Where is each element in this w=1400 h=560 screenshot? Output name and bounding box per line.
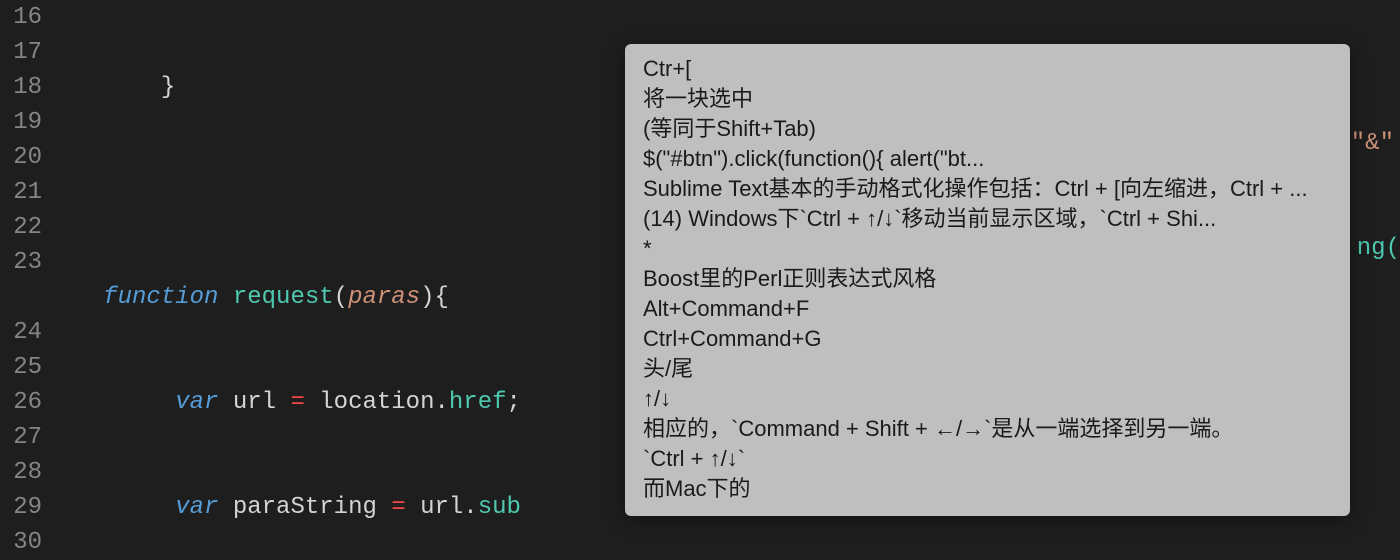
autocomplete-item[interactable]: *	[643, 234, 1332, 264]
autocomplete-item[interactable]: 相应的，`Command + Shift + ←/→`是从一端选择到另一端。	[643, 414, 1332, 444]
line-number: 21	[0, 175, 42, 210]
line-number: 20	[0, 140, 42, 175]
line-number: 28	[0, 455, 42, 490]
autocomplete-item[interactable]: Sublime Text基本的手动格式化操作包括：Ctrl + [向左缩进，Ct…	[643, 174, 1332, 204]
line-number: 17	[0, 35, 42, 70]
line-number: 29	[0, 490, 42, 525]
line-number	[0, 280, 42, 315]
line-number: 26	[0, 385, 42, 420]
line-number: 30	[0, 525, 42, 560]
line-number: 25	[0, 350, 42, 385]
code-fragment-string: "&"	[1351, 130, 1394, 157]
line-number: 16	[0, 0, 42, 35]
line-number-gutter: 16 17 18 19 20 21 22 23 24 25 26 27 28 2…	[0, 0, 60, 537]
autocomplete-item[interactable]: `Ctrl + ↑/↓`	[643, 444, 1332, 474]
autocomplete-item[interactable]: Ctrl+Command+G	[643, 324, 1332, 354]
line-number: 23	[0, 245, 42, 280]
autocomplete-item[interactable]: 头/尾	[643, 354, 1332, 384]
line-number: 27	[0, 420, 42, 455]
autocomplete-item[interactable]: Ctr+[	[643, 54, 1332, 84]
autocomplete-item[interactable]: (等同于Shift+Tab)	[643, 114, 1332, 144]
autocomplete-item[interactable]: Alt+Command+F	[643, 294, 1332, 324]
line-number: 18	[0, 70, 42, 105]
autocomplete-item[interactable]: 将一块选中	[643, 84, 1332, 114]
autocomplete-item[interactable]: (14) Windows下`Ctrl + ↑/↓`移动当前显示区域，`Ctrl …	[643, 204, 1332, 234]
autocomplete-item[interactable]: Boost里的Perl正则表达式风格	[643, 264, 1332, 294]
line-number: 19	[0, 105, 42, 140]
line-number: 24	[0, 315, 42, 350]
autocomplete-item[interactable]: ↑/↓	[643, 384, 1332, 414]
line-number: 22	[0, 210, 42, 245]
autocomplete-popup[interactable]: Ctr+[ 将一块选中 (等同于Shift+Tab) $("#btn").cli…	[625, 44, 1350, 516]
code-fragment-method: ng(	[1357, 235, 1400, 262]
autocomplete-item[interactable]: 而Mac下的	[643, 474, 1332, 504]
autocomplete-item[interactable]: $("#btn").click(function(){ alert("bt...	[643, 144, 1332, 174]
